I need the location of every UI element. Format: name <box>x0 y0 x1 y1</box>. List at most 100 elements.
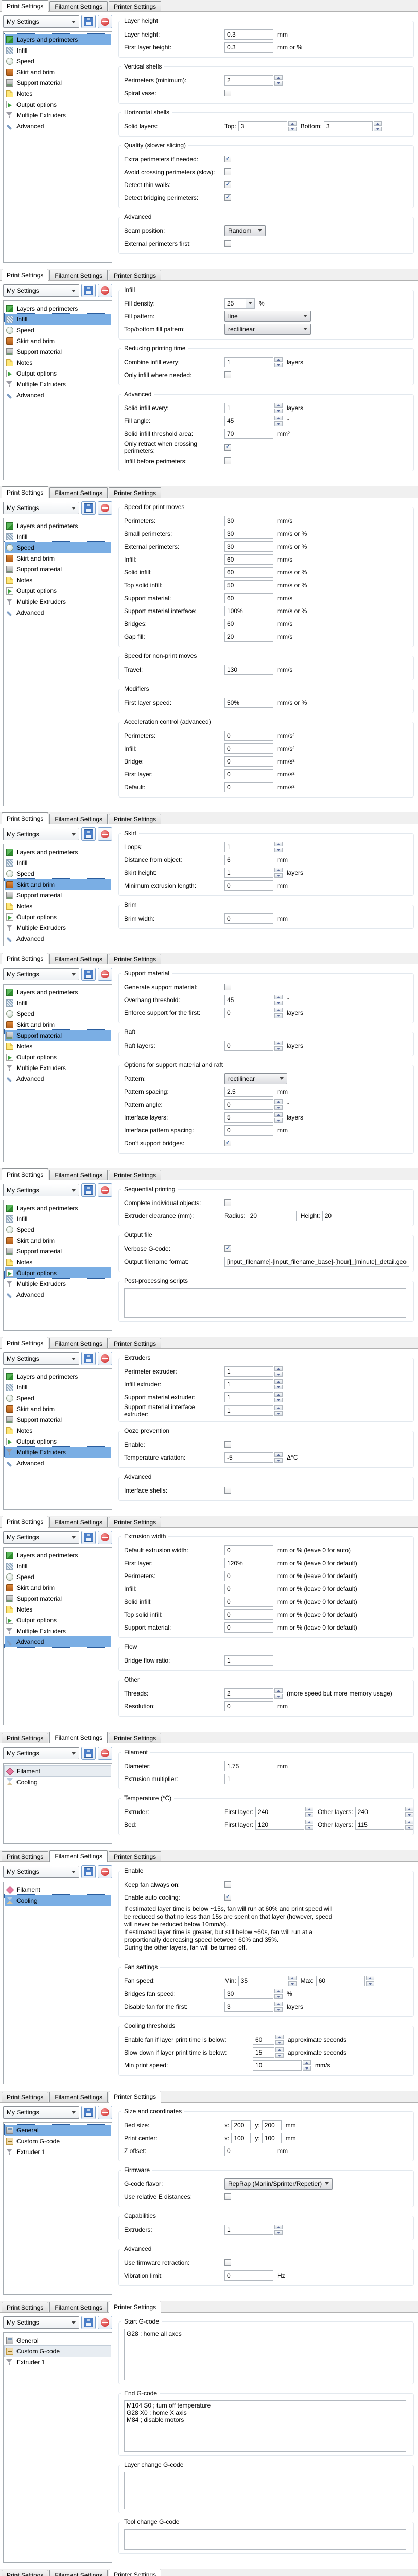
sidebar-item-notes[interactable]: Notes <box>5 901 111 911</box>
solid-infill-input[interactable] <box>224 1597 273 1607</box>
dropdown-pattern[interactable]: rectilinear <box>224 1073 287 1084</box>
delete-preset-button[interactable] <box>98 1352 112 1365</box>
spin-up-button[interactable] <box>274 1008 283 1012</box>
spin-up-button[interactable] <box>274 416 283 420</box>
travel-input[interactable] <box>224 665 273 675</box>
interface-layers-input[interactable] <box>224 1112 273 1123</box>
solid-infill-every-input[interactable] <box>224 403 273 413</box>
sidebar-item-notes[interactable]: Notes <box>5 1257 111 1267</box>
spin-down-button[interactable] <box>274 1385 283 1389</box>
sidebar-item-output-options[interactable]: Output options <box>5 1267 111 1278</box>
tab-print-settings[interactable]: Print Settings <box>2 953 48 964</box>
resolution-input[interactable] <box>224 1701 273 1711</box>
spin-down-button[interactable] <box>274 1013 283 1018</box>
sidebar-item-speed[interactable]: Speed <box>5 325 111 335</box>
spin-down-button[interactable] <box>274 363 283 367</box>
perimeter-extruder-input[interactable] <box>224 1366 273 1377</box>
spin-down-button[interactable] <box>274 2007 283 2012</box>
spin-up-button[interactable] <box>274 1099 283 1104</box>
sidebar-item-support-material[interactable]: Support material <box>5 890 111 901</box>
save-preset-button[interactable] <box>81 284 96 297</box>
fan-speed-max-input[interactable] <box>316 1976 365 1986</box>
delete-preset-button[interactable] <box>98 827 112 841</box>
spin-down-button[interactable] <box>275 2053 284 2058</box>
save-preset-button[interactable] <box>81 1352 96 1365</box>
sidebar-item-notes[interactable]: Notes <box>5 1041 111 1052</box>
checkbox-use-relative-e-distances[interactable] <box>224 2193 231 2200</box>
preset-select[interactable]: My Settings <box>3 1184 79 1196</box>
sidebar-item-advanced[interactable]: Advanced <box>5 121 111 131</box>
sidebar-item-advanced[interactable]: Advanced <box>5 1289 111 1300</box>
preset-select[interactable]: My Settings <box>3 15 79 28</box>
spin-down-button[interactable] <box>274 2230 283 2235</box>
spin-up-button[interactable] <box>274 2225 283 2229</box>
spin-down-button[interactable] <box>274 1118 283 1123</box>
spin-up-button[interactable] <box>274 1041 283 1045</box>
save-preset-button[interactable] <box>81 2106 96 2119</box>
fan-speed-min-input[interactable] <box>238 1976 287 1986</box>
tab-filament-settings[interactable]: Filament Settings <box>49 954 108 964</box>
layer-height-input[interactable] <box>224 29 273 40</box>
spin-down-button[interactable] <box>405 1812 413 1817</box>
sidebar-item-support-material[interactable]: Support material <box>5 1414 111 1425</box>
preset-select[interactable]: My Settings <box>3 2316 79 2329</box>
sidebar-item-multiple-extruders[interactable]: Multiple Extruders <box>5 110 111 121</box>
sidebar-item-support-material[interactable]: Support material <box>5 1030 111 1041</box>
bed-other-layers-input[interactable] <box>355 1820 404 1830</box>
sidebar-item-notes[interactable]: Notes <box>5 1604 111 1615</box>
sidebar-item-support-material[interactable]: Support material <box>5 564 111 574</box>
sidebar-item-skirt-and-brim[interactable]: Skirt and brim <box>5 1582 111 1593</box>
tab-printer-settings[interactable]: Printer Settings <box>109 1 161 11</box>
spin-down-button[interactable] <box>274 81 283 86</box>
spin-up-button[interactable] <box>366 1976 374 1980</box>
spin-up-button[interactable] <box>405 1807 413 1811</box>
sidebar-item-skirt-and-brim[interactable]: Skirt and brim <box>5 1235 111 1246</box>
spin-up-button[interactable] <box>405 1820 413 1824</box>
sidebar-item-skirt-and-brim[interactable]: Skirt and brim <box>5 553 111 564</box>
sidebar-item-notes[interactable]: Notes <box>5 1425 111 1436</box>
perimeters-minimum-input[interactable] <box>224 75 273 86</box>
spin-down-button[interactable] <box>366 1981 374 1986</box>
tab-print-settings[interactable]: Print Settings <box>2 0 48 12</box>
first-layer-speed-input[interactable] <box>224 698 273 708</box>
bed-first-layer-input[interactable] <box>255 1820 304 1830</box>
save-preset-button[interactable] <box>81 2316 96 2329</box>
tab-printer-settings[interactable]: Printer Settings <box>109 1733 161 1743</box>
tab-printer-settings[interactable]: Printer Settings <box>109 270 161 280</box>
tab-filament-settings[interactable]: Filament Settings <box>49 487 108 498</box>
checkbox-detect-thin-walls[interactable] <box>224 181 231 188</box>
sidebar-item-infill[interactable]: Infill <box>5 857 111 868</box>
sidebar-item-skirt-and-brim[interactable]: Skirt and brim <box>5 335 111 346</box>
tab-filament-settings[interactable]: Filament Settings <box>49 2570 108 2576</box>
sidebar-item-layers-and-perimeters[interactable]: Layers and perimeters <box>5 1202 111 1213</box>
spin-up-button[interactable] <box>303 2060 311 2065</box>
sidebar-item-multiple-extruders[interactable]: Multiple Extruders <box>5 596 111 607</box>
tab-printer-settings[interactable]: Printer Settings <box>109 2091 161 2103</box>
spin-up-button[interactable] <box>274 403 283 408</box>
spin-up-button[interactable] <box>274 1366 283 1371</box>
vibration-limit-input[interactable] <box>224 2270 273 2281</box>
tab-print-settings[interactable]: Print Settings <box>2 1168 48 1180</box>
sidebar-item-output-options[interactable]: Output options <box>5 1615 111 1625</box>
preset-select[interactable]: My Settings <box>3 1531 79 1544</box>
sidebar-item-skirt-and-brim[interactable]: Skirt and brim <box>5 1019 111 1030</box>
preset-select[interactable]: My Settings <box>3 2106 79 2119</box>
checkbox-complete-individual-objects[interactable] <box>224 1199 231 1206</box>
sidebar-item-skirt-and-brim[interactable]: Skirt and brim <box>5 1403 111 1414</box>
sidebar-item-cooling[interactable]: Cooling <box>5 1895 111 1906</box>
threads-input[interactable] <box>224 1688 273 1699</box>
print-center-x-input[interactable] <box>231 2133 251 2143</box>
sidebar-item-infill[interactable]: Infill <box>5 531 111 542</box>
support-material-interface-extruder-input[interactable] <box>224 1405 273 1416</box>
spin-down-button[interactable] <box>274 421 283 426</box>
small-perimeters-input[interactable] <box>224 529 273 539</box>
spin-down-button[interactable] <box>274 873 283 878</box>
sidebar-item-output-options[interactable]: Output options <box>5 911 111 922</box>
sidebar-item-notes[interactable]: Notes <box>5 357 111 368</box>
spin-up-button[interactable] <box>275 2035 284 2039</box>
save-preset-button[interactable] <box>81 1865 96 1878</box>
gcode-textarea[interactable]: M104 S0 ; turn off temperature G28 X0 ; … <box>124 2400 406 2452</box>
tab-print-settings[interactable]: Print Settings <box>2 1516 48 1528</box>
solid-infill-input[interactable] <box>224 567 273 578</box>
external-perimeters-input[interactable] <box>224 541 273 552</box>
